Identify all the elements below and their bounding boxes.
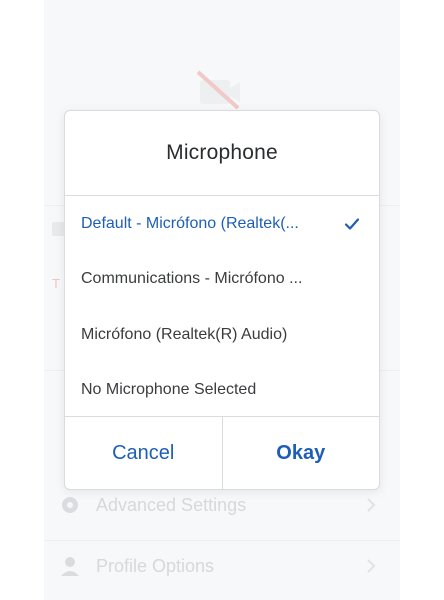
background-row-label: Profile Options <box>96 555 215 576</box>
gear-icon <box>62 497 78 513</box>
microphone-dialog: Microphone Default - Micrófono (Realtek(… <box>64 110 380 490</box>
microphone-option-default[interactable]: Default - Micrófono (Realtek(... <box>65 196 379 252</box>
okay-button[interactable]: Okay <box>223 417 380 489</box>
option-label: Micrófono (Realtek(R) Audio) <box>81 325 288 343</box>
option-label: Default - Micrófono (Realtek(... <box>81 214 299 232</box>
dialog-title: Microphone <box>65 111 379 196</box>
dialog-actions: Cancel Okay <box>65 416 379 489</box>
microphone-options-list: Default - Micrófono (Realtek(... Communi… <box>65 196 379 418</box>
option-label: Communications - Micrófono ... <box>81 270 303 288</box>
background-row-profile-options: Profile Options <box>44 541 400 591</box>
checkmark-icon <box>344 218 360 230</box>
option-label: No Microphone Selected <box>81 381 257 399</box>
person-icon <box>61 557 79 576</box>
cancel-button[interactable]: Cancel <box>65 417 223 489</box>
background-row-label: Advanced Settings <box>96 494 247 515</box>
chevron-right-icon <box>367 498 376 512</box>
microphone-option-none[interactable]: No Microphone Selected <box>65 363 379 419</box>
camera-off-icon <box>196 70 240 110</box>
chevron-right-icon <box>367 559 376 573</box>
microphone-option-communications[interactable]: Communications - Micrófono ... <box>65 252 379 308</box>
microphone-option-realtek[interactable]: Micrófono (Realtek(R) Audio) <box>65 307 379 363</box>
